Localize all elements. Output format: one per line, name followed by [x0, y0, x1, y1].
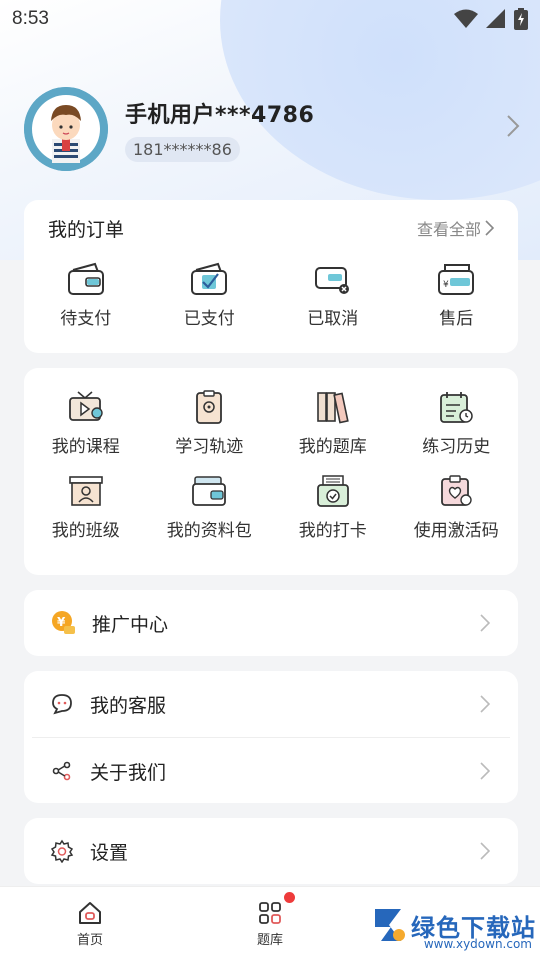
- my-courses-label: 我的课程: [51, 437, 120, 457]
- class-board-icon: [68, 476, 103, 506]
- settings-card: 设置: [24, 818, 518, 884]
- video-course-icon: [68, 391, 103, 421]
- folder-package-icon: [192, 476, 227, 506]
- yen-coin-icon: ¥: [52, 611, 75, 634]
- order-cancelled-button[interactable]: 已取消: [271, 262, 394, 329]
- order-pending-label: 待支付: [60, 309, 112, 329]
- gear-icon: [50, 839, 74, 863]
- chevron-right-icon: [485, 220, 494, 236]
- my-question-bank-label: 我的题库: [298, 437, 367, 457]
- home-icon: [79, 902, 101, 924]
- notification-dot: [284, 892, 295, 903]
- avatar[interactable]: [24, 87, 108, 171]
- wallet-yen-icon: ¥: [438, 264, 475, 295]
- menu-label-about-us: 关于我们: [90, 761, 167, 784]
- chevron-right-icon: [480, 695, 490, 713]
- order-paid-label: 已支付: [183, 309, 235, 329]
- my-courses-button[interactable]: 我的课程: [24, 390, 147, 457]
- status-bar: 8:53: [0, 0, 540, 38]
- share-nodes-icon: [52, 761, 71, 781]
- practice-history-button[interactable]: 练习历史: [395, 390, 518, 457]
- chevron-right-icon: [480, 762, 490, 780]
- my-question-bank-button[interactable]: 我的题库: [271, 390, 394, 457]
- profile-phone: 181******86: [125, 136, 240, 162]
- status-time: 8:53: [12, 8, 49, 29]
- my-materials-button[interactable]: 我的资料包: [148, 474, 271, 541]
- activation-code-label: 使用激活码: [413, 521, 499, 541]
- menu-item-settings[interactable]: 设置: [24, 818, 518, 884]
- promo-card: ¥ 推广中心: [24, 590, 518, 656]
- order-cancelled-label: 已取消: [307, 309, 359, 329]
- menu-label-customer-service: 我的客服: [90, 694, 167, 717]
- battery-icon: [514, 8, 528, 30]
- tab-question-bank[interactable]: 题库: [180, 887, 360, 960]
- profile-name: 手机用户***4786: [125, 102, 315, 128]
- status-icons: [454, 8, 528, 30]
- watermark-url: www.xydown.com: [423, 937, 532, 951]
- svg-text:¥: ¥: [443, 280, 449, 290]
- order-aftersales-label: 售后: [439, 309, 474, 329]
- wallet-icon: [67, 262, 104, 295]
- wallet-check-icon: [191, 262, 228, 295]
- tab-question-bank-label: 题库: [256, 933, 283, 948]
- tools-card: 我的课程 学习轨迹 我的题库 练习历史 我的班级 我的资料包 我的打卡 使用激活…: [24, 368, 518, 575]
- menu-item-about-us[interactable]: 关于我们: [24, 738, 518, 804]
- order-aftersales-button[interactable]: ¥ 售后: [395, 262, 518, 329]
- view-all-label: 查看全部: [416, 220, 481, 239]
- menu-item-promo[interactable]: ¥ 推广中心: [24, 590, 518, 656]
- check-in-icon: [316, 475, 349, 507]
- chat-bubble-icon: [52, 694, 72, 715]
- tab-home[interactable]: 首页: [0, 887, 180, 960]
- learning-track-label: 学习轨迹: [175, 437, 244, 457]
- books-icon: [316, 392, 349, 424]
- chevron-right-icon: [480, 842, 490, 860]
- wifi-icon: [454, 9, 478, 28]
- profile-header[interactable]: 手机用户***4786 181******86: [24, 86, 524, 172]
- watermark-logo-icon: [375, 909, 405, 941]
- order-paid-button[interactable]: 已支付: [148, 262, 271, 329]
- practice-history-label: 练习历史: [422, 437, 491, 457]
- clipboard-track-icon: [196, 390, 223, 424]
- my-checkin-button[interactable]: 我的打卡: [271, 474, 394, 541]
- orders-card: 我的订单 查看全部 待支付 已支付 已取消 ¥ 售后: [24, 200, 518, 353]
- tab-home-label: 首页: [76, 933, 103, 948]
- view-all-orders-link[interactable]: 查看全部: [417, 216, 494, 240]
- chevron-right-icon[interactable]: [506, 114, 520, 138]
- wallet-cancel-icon: [314, 267, 349, 294]
- watermark: 绿色下载站 www.xydown.com: [371, 905, 536, 951]
- my-class-label: 我的班级: [51, 521, 120, 541]
- learning-track-button[interactable]: 学习轨迹: [148, 390, 271, 457]
- activation-code-icon: [441, 475, 472, 506]
- menu-label-settings: 设置: [90, 841, 129, 864]
- signal-icon: [486, 9, 505, 28]
- my-checkin-label: 我的打卡: [298, 521, 367, 541]
- avatar-boy-icon: [24, 87, 108, 171]
- grid-icon: [259, 902, 281, 924]
- chevron-right-icon: [480, 614, 490, 632]
- order-pending-button[interactable]: 待支付: [24, 262, 147, 329]
- my-materials-label: 我的资料包: [166, 521, 252, 541]
- my-class-button[interactable]: 我的班级: [24, 474, 147, 541]
- support-card: 我的客服 关于我们: [24, 671, 518, 803]
- orders-title: 我的订单: [48, 218, 125, 241]
- menu-item-customer-service[interactable]: 我的客服: [24, 671, 518, 737]
- calendar-history-icon: [440, 392, 473, 423]
- activation-code-button[interactable]: 使用激活码: [395, 474, 518, 541]
- menu-label-promo: 推广中心: [92, 613, 169, 636]
